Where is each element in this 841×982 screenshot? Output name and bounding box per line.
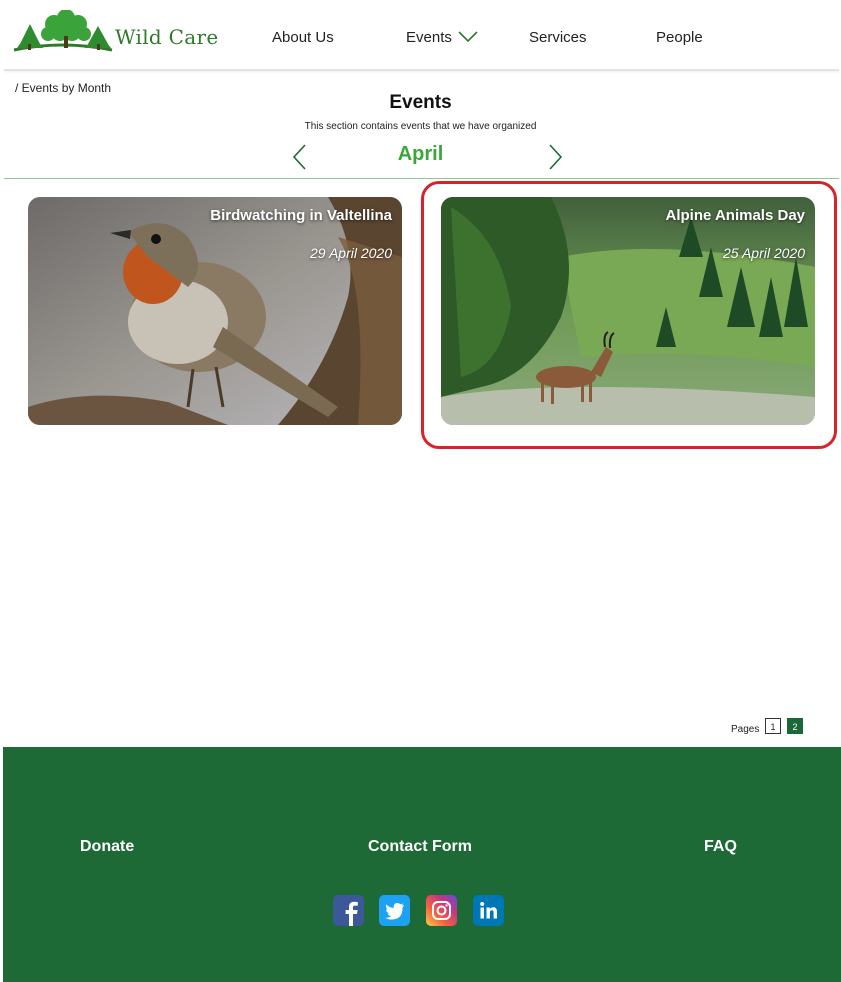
site-footer — [3, 747, 841, 982]
event-card[interactable]: Birdwatching in Valtellina 29 April 2020 — [28, 197, 402, 425]
event-card-highlighted[interactable]: Alpine Animals Day 25 April 2020 — [441, 197, 815, 425]
chevron-down-icon[interactable] — [457, 28, 479, 44]
event-date: 29 April 2020 — [310, 245, 392, 261]
robin-bird-image — [28, 197, 402, 425]
footer-contact-link[interactable]: Contact Form — [368, 838, 472, 856]
footer-faq-link[interactable]: FAQ — [704, 838, 737, 856]
page-button-1[interactable]: 1 — [765, 718, 781, 734]
footer-donate-link[interactable]: Donate — [80, 838, 134, 856]
header-divider — [4, 69, 839, 71]
chamois-image — [441, 197, 815, 425]
page-title: Events — [389, 92, 452, 113]
page-button-2-current[interactable]: 2 — [787, 718, 803, 734]
nav-people[interactable]: People — [656, 29, 703, 46]
event-title: Birdwatching in Valtellina — [210, 207, 392, 224]
facebook-icon[interactable] — [333, 895, 364, 926]
page-subtitle: This section contains events that we hav… — [304, 121, 537, 132]
nav-events[interactable]: Events — [406, 29, 452, 46]
nav-services[interactable]: Services — [529, 29, 587, 46]
section-divider — [4, 178, 839, 179]
logo-text[interactable]: Wild Care — [115, 25, 218, 49]
tree-logo-icon — [13, 9, 113, 52]
chevron-right-icon[interactable] — [543, 142, 567, 172]
linkedin-icon[interactable] — [473, 895, 504, 926]
event-date: 25 April 2020 — [723, 245, 805, 261]
event-title: Alpine Animals Day — [665, 207, 805, 224]
instagram-icon[interactable] — [426, 895, 457, 926]
current-month: April — [397, 143, 444, 165]
pages-label: Pages — [731, 724, 760, 735]
nav-about-us[interactable]: About Us — [272, 29, 334, 46]
twitter-icon[interactable] — [379, 895, 410, 926]
site-header: Wild Care About Us Events Services Peopl… — [0, 0, 841, 72]
